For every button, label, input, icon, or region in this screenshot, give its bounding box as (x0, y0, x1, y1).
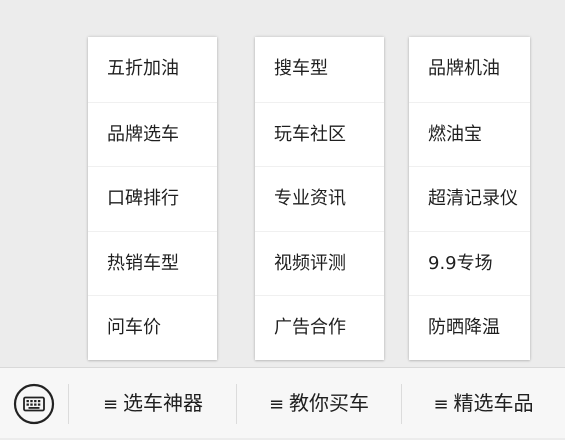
menu-item-wen-chejia[interactable]: 问车价 (88, 295, 217, 360)
menu-item-wuzhe-jiayou[interactable]: 五折加油 (88, 37, 217, 102)
tab-label: 教你买车 (289, 391, 370, 415)
tab-jingxuan-chepin[interactable]: ≡ 精选车品 (402, 368, 565, 439)
menu-item-pinpai-jiyou[interactable]: 品牌机油 (409, 37, 530, 102)
tab-label: 精选车品 (453, 391, 534, 415)
menu-item-shipin-pingce[interactable]: 视频评测 (255, 230, 384, 296)
keyboard-icon (13, 383, 55, 425)
menu-item-koubei-paihang[interactable]: 口碑排行 (88, 166, 217, 231)
menu-lines-icon: ≡ (433, 394, 449, 415)
popup-menu-maiche: 搜车型 玩车社区 专业资讯 视频评测 广告合作 (255, 37, 384, 360)
bottom-menu-bar: ≡ 选车神器 ≡ 教你买车 ≡ 精选车品 (0, 367, 565, 438)
menu-item-jiluyi[interactable]: 超清记录仪 (409, 166, 530, 231)
menu-item-pinpai-xuanche[interactable]: 品牌选车 (88, 101, 217, 167)
menu-item-99-zhuanchang[interactable]: 9.9专场 (409, 230, 530, 296)
menu-lines-icon: ≡ (102, 394, 119, 415)
popup-menu-chepin: 品牌机油 燃油宝 超清记录仪 9.9专场 防晒降温 (409, 37, 530, 360)
menu-item-sou-chexing[interactable]: 搜车型 (255, 37, 384, 102)
menu-item-rexiao-chexing[interactable]: 热销车型 (88, 230, 217, 296)
menu-item-fangshai-jiangwen[interactable]: 防晒降温 (409, 295, 530, 360)
menu-item-ranyoubao[interactable]: 燃油宝 (409, 101, 530, 167)
tab-xuanche-shenqi[interactable]: ≡ 选车神器 (70, 368, 236, 439)
tab-label: 选车神器 (123, 391, 204, 415)
keyboard-toggle-button[interactable] (12, 382, 56, 426)
menu-item-zhuanye-zixun[interactable]: 专业资讯 (255, 166, 384, 231)
bar-divider (68, 384, 69, 424)
menu-item-guanggao-hezuo[interactable]: 广告合作 (255, 295, 384, 360)
menu-item-wanche-shequ[interactable]: 玩车社区 (255, 101, 384, 167)
menu-lines-icon: ≡ (268, 394, 285, 415)
tab-jiaoni-maiche[interactable]: ≡ 教你买车 (237, 368, 401, 439)
popup-menu-xuanche: 五折加油 品牌选车 口碑排行 热销车型 问车价 (88, 37, 217, 360)
